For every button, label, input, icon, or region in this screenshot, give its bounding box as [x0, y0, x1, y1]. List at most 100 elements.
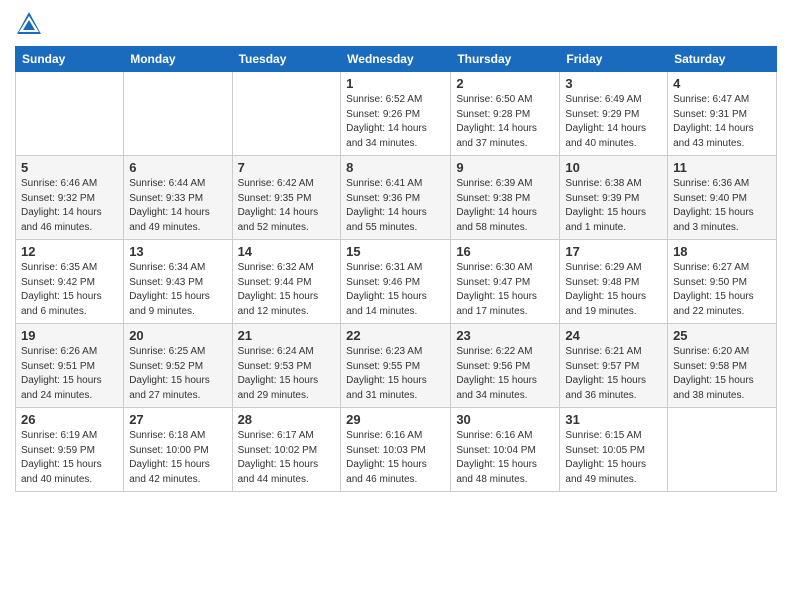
calendar-cell	[16, 72, 124, 156]
calendar-cell: 18 Sunrise: 6:27 AMSunset: 9:50 PMDayligh…	[668, 240, 777, 324]
day-number: 13	[129, 244, 226, 259]
calendar-cell: 26 Sunrise: 6:19 AMSunset: 9:59 PMDayligh…	[16, 408, 124, 492]
day-number: 7	[238, 160, 336, 175]
calendar-cell: 3 Sunrise: 6:49 AMSunset: 9:29 PMDaylight…	[560, 72, 668, 156]
day-info: Sunrise: 6:41 AMSunset: 9:36 PMDaylight:…	[346, 177, 445, 235]
day-info: Sunrise: 6:34 AMSunset: 9:43 PMDaylight:…	[129, 261, 226, 319]
calendar-cell: 8 Sunrise: 6:41 AMSunset: 9:36 PMDaylight…	[341, 156, 451, 240]
weekday-header-tuesday: Tuesday	[232, 47, 341, 72]
calendar-cell: 19 Sunrise: 6:26 AMSunset: 9:51 PMDayligh…	[16, 324, 124, 408]
day-info: Sunrise: 6:27 AMSunset: 9:50 PMDaylight:…	[673, 261, 771, 319]
day-info: Sunrise: 6:18 AMSunset: 10:00 PMDaylight…	[129, 429, 226, 487]
calendar-cell: 31 Sunrise: 6:15 AMSunset: 10:05 PMDaylig…	[560, 408, 668, 492]
calendar-cell: 22 Sunrise: 6:23 AMSunset: 9:55 PMDayligh…	[341, 324, 451, 408]
weekday-header-wednesday: Wednesday	[341, 47, 451, 72]
day-info: Sunrise: 6:52 AMSunset: 9:26 PMDaylight:…	[346, 93, 445, 151]
weekday-header-monday: Monday	[124, 47, 232, 72]
calendar-cell: 10Sunrise: 6:38 AMSunset: 9:39 PMDayligh…	[560, 156, 668, 240]
calendar-cell: 4 Sunrise: 6:47 AMSunset: 9:31 PMDaylight…	[668, 72, 777, 156]
day-info: Sunrise: 6:16 AMSunset: 10:04 PMDaylight…	[456, 429, 554, 487]
day-info: Sunrise: 6:22 AMSunset: 9:56 PMDaylight:…	[456, 345, 554, 403]
day-info: Sunrise: 6:42 AMSunset: 9:35 PMDaylight:…	[238, 177, 336, 235]
calendar-cell: 29Sunrise: 6:16 AMSunset: 10:03 PMDaylig…	[341, 408, 451, 492]
day-number: 11	[673, 160, 771, 175]
logo	[15, 10, 47, 38]
day-info: Sunrise: 6:30 AMSunset: 9:47 PMDaylight:…	[456, 261, 554, 319]
day-number: 20	[129, 328, 226, 343]
day-info: Sunrise: 6:46 AMSunset: 9:32 PMDaylight:…	[21, 177, 118, 235]
day-number: 19	[21, 328, 118, 343]
day-info: Sunrise: 6:50 AMSunset: 9:28 PMDaylight:…	[456, 93, 554, 151]
day-info: Sunrise: 6:17 AMSunset: 10:02 PMDaylight…	[238, 429, 336, 487]
day-number: 24	[565, 328, 662, 343]
day-info: Sunrise: 6:23 AMSunset: 9:55 PMDaylight:…	[346, 345, 445, 403]
day-number: 22	[346, 328, 445, 343]
day-number: 25	[673, 328, 771, 343]
calendar-page: SundayMondayTuesdayWednesdayThursdayFrid…	[0, 0, 792, 612]
calendar-cell: 16 Sunrise: 6:30 AMSunset: 9:47 PMDayligh…	[451, 240, 560, 324]
day-number: 18	[673, 244, 771, 259]
day-info: Sunrise: 6:19 AMSunset: 9:59 PMDaylight:…	[21, 429, 118, 487]
day-number: 6	[129, 160, 226, 175]
calendar-header-row: SundayMondayTuesdayWednesdayThursdayFrid…	[16, 47, 777, 72]
calendar-table: SundayMondayTuesdayWednesdayThursdayFrid…	[15, 46, 777, 492]
day-number: 14	[238, 244, 336, 259]
day-number: 28	[238, 412, 336, 427]
calendar-cell: 12Sunrise: 6:35 AMSunset: 9:42 PMDayligh…	[16, 240, 124, 324]
calendar-cell	[232, 72, 341, 156]
calendar-cell: 2 Sunrise: 6:50 AMSunset: 9:28 PMDaylight…	[451, 72, 560, 156]
day-number: 23	[456, 328, 554, 343]
calendar-cell: 30Sunrise: 6:16 AMSunset: 10:04 PMDaylig…	[451, 408, 560, 492]
day-info: Sunrise: 6:26 AMSunset: 9:51 PMDaylight:…	[21, 345, 118, 403]
day-info: Sunrise: 6:24 AMSunset: 9:53 PMDaylight:…	[238, 345, 336, 403]
weekday-header-saturday: Saturday	[668, 47, 777, 72]
calendar-cell: 17Sunrise: 6:29 AMSunset: 9:48 PMDayligh…	[560, 240, 668, 324]
day-number: 3	[565, 76, 662, 91]
day-info: Sunrise: 6:20 AMSunset: 9:58 PMDaylight:…	[673, 345, 771, 403]
day-info: Sunrise: 6:47 AMSunset: 9:31 PMDaylight:…	[673, 93, 771, 151]
day-number: 27	[129, 412, 226, 427]
day-number: 12	[21, 244, 118, 259]
day-number: 2	[456, 76, 554, 91]
day-number: 15	[346, 244, 445, 259]
day-number: 17	[565, 244, 662, 259]
logo-icon	[15, 10, 43, 38]
calendar-cell: 7 Sunrise: 6:42 AMSunset: 9:35 PMDaylight…	[232, 156, 341, 240]
calendar-cell: 11 Sunrise: 6:36 AMSunset: 9:40 PMDayligh…	[668, 156, 777, 240]
calendar-cell: 20 Sunrise: 6:25 AMSunset: 9:52 PMDayligh…	[124, 324, 232, 408]
day-info: Sunrise: 6:36 AMSunset: 9:40 PMDaylight:…	[673, 177, 771, 235]
day-info: Sunrise: 6:31 AMSunset: 9:46 PMDaylight:…	[346, 261, 445, 319]
calendar-week-row: 12Sunrise: 6:35 AMSunset: 9:42 PMDayligh…	[16, 240, 777, 324]
calendar-cell	[124, 72, 232, 156]
day-number: 10	[565, 160, 662, 175]
day-info: Sunrise: 6:49 AMSunset: 9:29 PMDaylight:…	[565, 93, 662, 151]
day-info: Sunrise: 6:25 AMSunset: 9:52 PMDaylight:…	[129, 345, 226, 403]
day-info: Sunrise: 6:15 AMSunset: 10:05 PMDaylight…	[565, 429, 662, 487]
day-info: Sunrise: 6:39 AMSunset: 9:38 PMDaylight:…	[456, 177, 554, 235]
weekday-header-friday: Friday	[560, 47, 668, 72]
day-number: 9	[456, 160, 554, 175]
calendar-cell: 21 Sunrise: 6:24 AMSunset: 9:53 PMDayligh…	[232, 324, 341, 408]
calendar-week-row: 26 Sunrise: 6:19 AMSunset: 9:59 PMDayligh…	[16, 408, 777, 492]
day-number: 4	[673, 76, 771, 91]
day-number: 16	[456, 244, 554, 259]
day-number: 1	[346, 76, 445, 91]
calendar-cell	[668, 408, 777, 492]
weekday-header-thursday: Thursday	[451, 47, 560, 72]
calendar-week-row: 5Sunrise: 6:46 AMSunset: 9:32 PMDaylight…	[16, 156, 777, 240]
calendar-cell: 25 Sunrise: 6:20 AMSunset: 9:58 PMDayligh…	[668, 324, 777, 408]
day-number: 29	[346, 412, 445, 427]
calendar-cell: 14 Sunrise: 6:32 AMSunset: 9:44 PMDayligh…	[232, 240, 341, 324]
calendar-cell: 24 Sunrise: 6:21 AMSunset: 9:57 PMDayligh…	[560, 324, 668, 408]
calendar-cell: 5Sunrise: 6:46 AMSunset: 9:32 PMDaylight…	[16, 156, 124, 240]
day-number: 26	[21, 412, 118, 427]
day-info: Sunrise: 6:21 AMSunset: 9:57 PMDaylight:…	[565, 345, 662, 403]
calendar-cell: 27 Sunrise: 6:18 AMSunset: 10:00 PMDaylig…	[124, 408, 232, 492]
day-info: Sunrise: 6:32 AMSunset: 9:44 PMDaylight:…	[238, 261, 336, 319]
calendar-cell: 13 Sunrise: 6:34 AMSunset: 9:43 PMDayligh…	[124, 240, 232, 324]
day-number: 8	[346, 160, 445, 175]
day-number: 21	[238, 328, 336, 343]
calendar-cell: 15 Sunrise: 6:31 AMSunset: 9:46 PMDayligh…	[341, 240, 451, 324]
day-number: 31	[565, 412, 662, 427]
weekday-header-sunday: Sunday	[16, 47, 124, 72]
